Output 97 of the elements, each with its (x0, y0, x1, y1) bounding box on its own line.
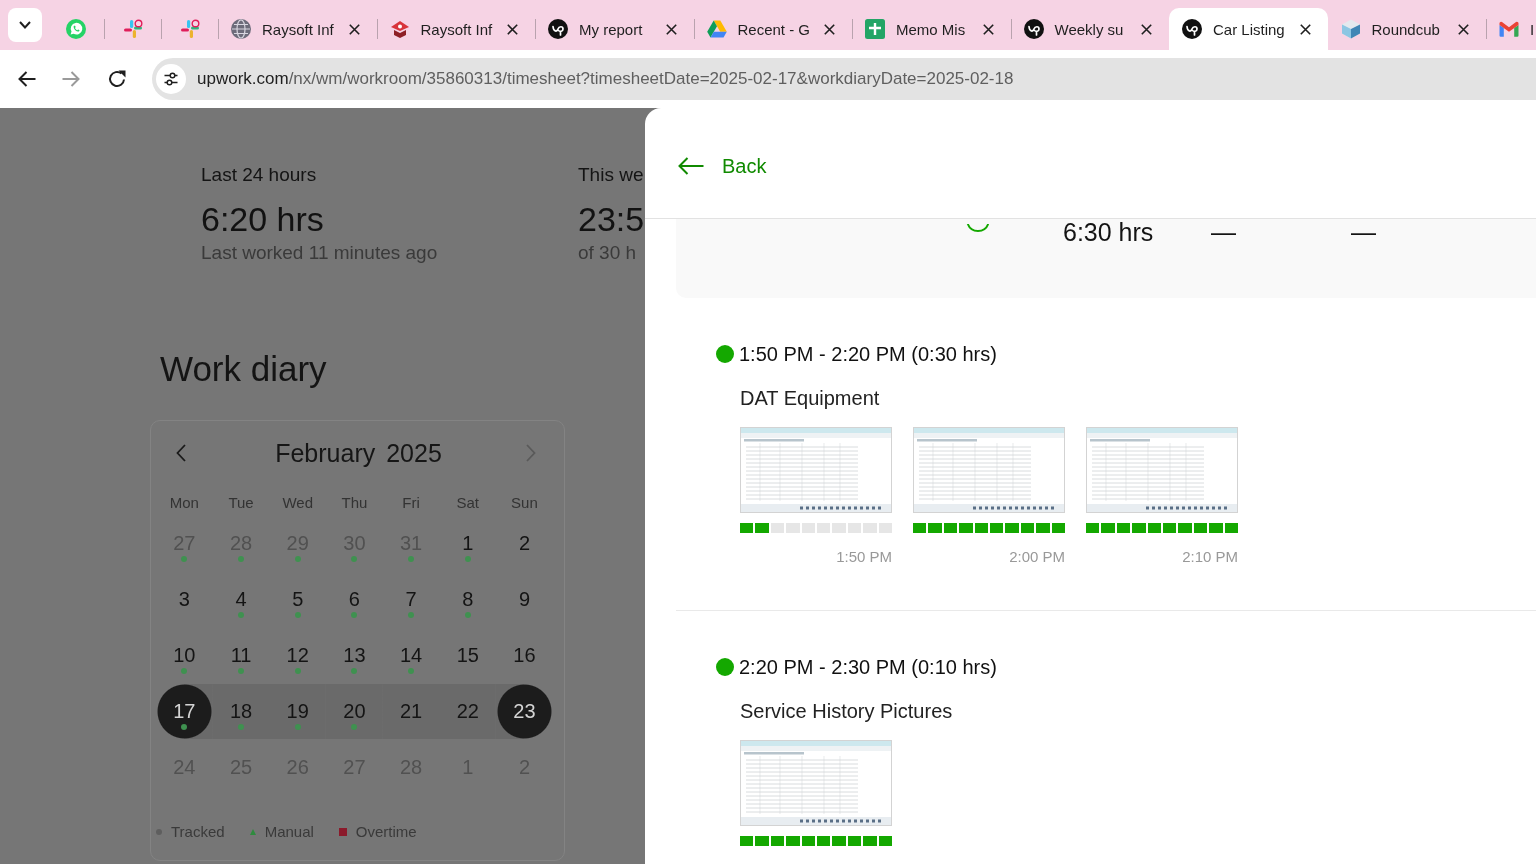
snapshot-time: 1:50 PM (836, 548, 892, 566)
pinwheel-icon (122, 19, 143, 39)
browser-tab[interactable]: Memo Mis (852, 8, 1011, 50)
calendar-day[interactable]: 22 (439, 683, 497, 739)
calendar-day[interactable]: 5 (269, 571, 327, 627)
back-link[interactable]: Back (678, 153, 767, 179)
sliders-icon[interactable] (156, 64, 186, 94)
calendar-day[interactable]: 17 (156, 683, 213, 739)
calendar-day[interactable]: 2 (496, 515, 553, 571)
stat-note: Last worked 11 minutes ago (201, 241, 438, 265)
calendar-day[interactable]: 9 (496, 571, 553, 627)
arc-icon (966, 224, 990, 233)
calendar-day[interactable]: 21 (382, 683, 440, 739)
envelope-icon (1499, 19, 1519, 39)
close-icon[interactable] (1458, 23, 1469, 35)
circle-logo-icon (1023, 19, 1044, 39)
legend-label: Overtime (355, 822, 417, 842)
pinwheel-icon (179, 19, 200, 39)
arrow-left-icon[interactable] (18, 71, 36, 87)
close-icon[interactable] (1141, 23, 1152, 35)
triangle-icon (706, 19, 727, 39)
calendar-day[interactable]: 10 (156, 627, 213, 683)
section-title: Work diary (160, 349, 327, 389)
segment-time: 2:20 PM - 2:30 PM (0:10 hrs) (739, 655, 997, 679)
chevron-down-icon (19, 21, 31, 29)
calendar-day[interactable]: 18 (212, 683, 270, 739)
weekday-label: Thu (341, 493, 368, 513)
calendar-day[interactable]: 15 (439, 627, 497, 683)
screenshot-thumbnail[interactable] (1086, 427, 1238, 513)
calendar-day[interactable]: 19 (269, 683, 327, 739)
legend-label: Tracked (171, 822, 225, 842)
close-icon[interactable] (665, 23, 677, 35)
close-icon[interactable] (507, 23, 518, 35)
month-title: February 2025 (275, 438, 442, 468)
globe-icon (231, 19, 251, 39)
memo-text: DAT Equipment (740, 386, 880, 410)
calendar-day[interactable]: 13 (326, 627, 383, 683)
browser-tab[interactable]: Raysoft Inf (376, 8, 535, 50)
browser-tab[interactable]: I (1486, 8, 1536, 50)
calendar-day[interactable]: 7 (382, 571, 440, 627)
browser-tab[interactable]: Weekly su (1010, 8, 1169, 50)
stat-note: of 30 h (578, 241, 637, 265)
status-dot-icon (716, 345, 734, 363)
calendar-day[interactable]: 14 (382, 627, 440, 683)
arrow-left-icon (678, 157, 704, 175)
stat-label: Last 24 hours (201, 164, 317, 186)
status-dot-icon (716, 658, 734, 676)
browser-tab[interactable]: Car Listing (1169, 8, 1328, 50)
circle-logo-icon (1182, 19, 1202, 39)
calendar-day[interactable]: 16 (496, 627, 553, 683)
calendar-day[interactable]: 1 (439, 515, 497, 571)
calendar-day[interactable]: 8 (439, 571, 497, 627)
weekday-label: Sat (456, 493, 480, 513)
close-icon[interactable] (824, 23, 835, 35)
browser-tab[interactable]: My report (535, 8, 694, 50)
emblem-icon (389, 19, 410, 39)
close-icon[interactable] (982, 23, 994, 35)
calendar-day[interactable]: 11 (212, 627, 270, 683)
memo-text: Service History Pictures (740, 699, 953, 723)
address-bar[interactable]: upwork.com/nx/wm/workroom/35860313/timesheet?timesheetDate=2025-02-17&workdiaryDate=2025-02-18 (152, 58, 1536, 100)
screenshot-thumbnail[interactable] (913, 427, 1065, 513)
stat-value: 6:20 hrs (201, 199, 324, 239)
reload-icon[interactable] (108, 70, 126, 88)
cube-icon (1340, 19, 1361, 39)
calendar-day[interactable]: 3 (156, 571, 213, 627)
segment-time: 1:50 PM - 2:20 PM (0:30 hrs) (739, 342, 997, 366)
summary-value: — (1211, 219, 1236, 245)
browser-tab[interactable]: Roundcub (1327, 8, 1486, 50)
legend-label: Manual (264, 822, 314, 842)
chevron-left-icon[interactable] (176, 444, 186, 462)
browser-tab[interactable]: Recent - G (693, 8, 852, 50)
circle-logo-icon (548, 19, 568, 39)
calendar-day[interactable]: 20 (326, 683, 383, 739)
stat-label: This we (578, 164, 644, 186)
screenshot-thumbnail[interactable] (740, 740, 892, 826)
screenshot-thumbnail[interactable] (740, 427, 892, 513)
browser-tab[interactable]: Raysoft Inf (218, 8, 377, 50)
summary-value: 6:30 hrs (1063, 219, 1154, 245)
weekday-label: Tue (228, 493, 254, 513)
stat-value: 23:5 (578, 199, 645, 239)
tab-list-button[interactable] (8, 8, 42, 42)
calendar-day[interactable]: 4 (212, 571, 270, 627)
snapshot-time: 2:00 PM (1009, 548, 1065, 566)
calendar-day[interactable]: 23 (496, 683, 553, 739)
summary-value: — (1351, 219, 1376, 245)
calendar-day[interactable]: 6 (326, 571, 383, 627)
phone-bubble-icon (65, 19, 86, 39)
calendar-day[interactable]: 12 (269, 627, 327, 683)
weekday-label: Mon (169, 493, 199, 513)
close-icon[interactable] (1299, 23, 1311, 35)
snapshot-time: 2:10 PM (1182, 548, 1238, 566)
url-text: upwork.com/nx/wm/workroom/35860313/timesheet?timesheetDate=2025-02-17&workdiaryDate=2025-02-18 (197, 69, 1014, 89)
weekday-label: Sun (511, 493, 538, 513)
weekday-label: Wed (282, 493, 313, 513)
sheet-icon (865, 19, 885, 39)
close-icon[interactable] (348, 23, 360, 35)
weekday-label: Fri (402, 493, 420, 513)
